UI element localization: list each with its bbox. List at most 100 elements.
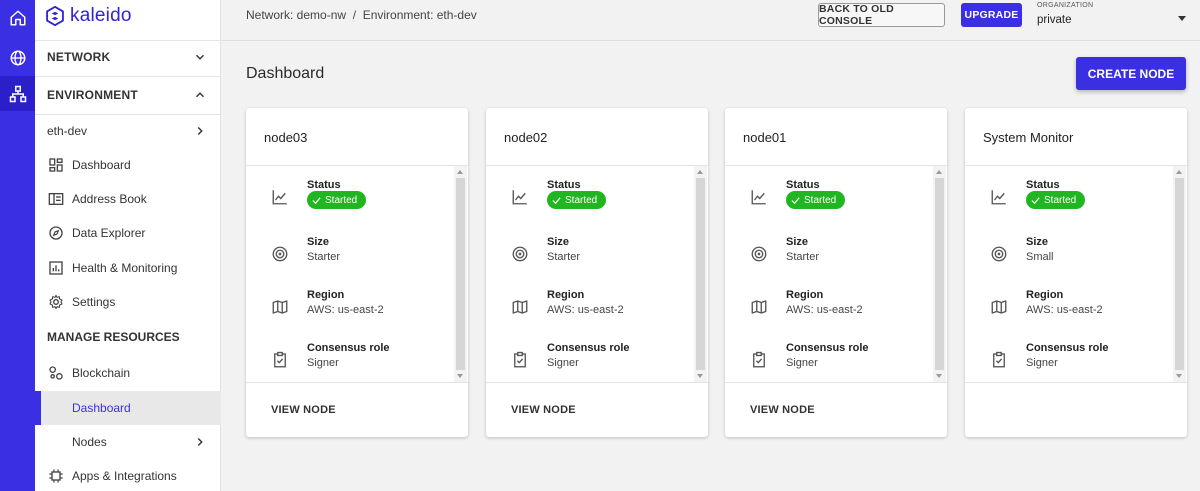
- consensus-row: Consensus role Signer: [486, 342, 691, 382]
- status-badge-text: Started: [1044, 194, 1077, 206]
- status-row: Status Started: [246, 179, 451, 219]
- status-badge: Started: [547, 191, 606, 209]
- upgrade-button[interactable]: UPGRADE: [961, 3, 1022, 27]
- view-node-button[interactable]: VIEW NODE: [511, 404, 576, 416]
- sitemap-icon: [9, 85, 26, 102]
- scroll-down-icon[interactable]: [1176, 374, 1182, 378]
- divider: [965, 382, 1187, 383]
- region-value: AWS: us-east-2: [786, 304, 863, 316]
- caret-down-icon[interactable]: [1178, 16, 1186, 21]
- sidebar-item-blockchain-dashboard[interactable]: Dashboard: [35, 391, 221, 425]
- divider: [246, 165, 468, 166]
- size-value: Small: [1026, 251, 1054, 263]
- card-scrollbar[interactable]: [1173, 166, 1186, 382]
- map-icon: [991, 300, 1007, 314]
- status-label: Status: [1026, 179, 1060, 191]
- chevron-right-icon: [197, 438, 203, 446]
- environment-section[interactable]: ENVIRONMENT: [35, 76, 221, 114]
- size-value: Starter: [786, 251, 820, 263]
- sidebar-item-dashboard[interactable]: Dashboard: [35, 148, 221, 182]
- consensus-label: Consensus role: [1026, 342, 1109, 354]
- consensus-value: Signer: [1026, 357, 1058, 369]
- breadcrumb[interactable]: Network: demo-nw / Environment: eth-dev: [246, 8, 477, 22]
- card-scrollbar[interactable]: [933, 166, 946, 382]
- scroll-thumb[interactable]: [1175, 178, 1184, 370]
- dashboard-icon: [49, 158, 63, 172]
- status-row: Status Started: [725, 179, 930, 219]
- sidebar-item-settings[interactable]: Settings: [35, 285, 221, 319]
- scroll-down-icon[interactable]: [936, 374, 942, 378]
- sidebar-item-label: Address Book: [72, 192, 147, 206]
- region-value: AWS: us-east-2: [307, 304, 384, 316]
- status-badge: Started: [1026, 191, 1085, 209]
- card-scrollbar[interactable]: [454, 166, 467, 382]
- status-badge-text: Started: [325, 194, 358, 206]
- sidebar-item-blockchain[interactable]: Blockchain: [35, 356, 221, 390]
- network-section[interactable]: NETWORK: [35, 38, 221, 76]
- region-value: AWS: us-east-2: [1026, 304, 1103, 316]
- sidebar-item-label: Settings: [72, 295, 116, 309]
- sidebar-item-nodes[interactable]: Nodes: [35, 425, 221, 459]
- divider: [246, 382, 468, 383]
- scroll-thumb[interactable]: [935, 178, 944, 370]
- scroll-up-icon[interactable]: [697, 170, 703, 174]
- network-button[interactable]: [0, 40, 35, 75]
- divider: [725, 382, 947, 383]
- map-icon: [512, 300, 528, 314]
- environment-selector[interactable]: eth-dev: [35, 114, 221, 148]
- create-node-button[interactable]: CREATE NODE: [1076, 57, 1186, 90]
- chevron-up-icon: [196, 92, 204, 98]
- target-icon: [272, 246, 288, 262]
- consensus-value: Signer: [307, 357, 339, 369]
- status-badge-text: Started: [804, 194, 837, 206]
- scroll-thumb[interactable]: [696, 178, 705, 370]
- back-to-old-console-button[interactable]: BACK TO OLD CONSOLE: [818, 3, 945, 27]
- region-row: Region AWS: us-east-2: [246, 289, 451, 329]
- scroll-up-icon[interactable]: [457, 170, 463, 174]
- status-label: Status: [547, 179, 581, 191]
- status-label: Status: [307, 179, 341, 191]
- sidebar-item-label: Dashboard: [72, 158, 131, 172]
- home-button[interactable]: [0, 0, 35, 35]
- status-badge: Started: [307, 191, 366, 209]
- blockchain-icon: [49, 366, 63, 380]
- scroll-down-icon[interactable]: [697, 374, 703, 378]
- sidebar-item-apps-integrations[interactable]: Apps & Integrations: [35, 459, 221, 491]
- organization-select[interactable]: private: [1037, 14, 1072, 26]
- size-row: Size Small: [965, 236, 1170, 276]
- sidebar-item-address-book[interactable]: Address Book: [35, 182, 221, 216]
- map-icon: [751, 300, 767, 314]
- size-value: Starter: [307, 251, 341, 263]
- home-icon: [10, 10, 25, 25]
- size-row: Size Starter: [725, 236, 930, 276]
- consensus-row: Consensus role Signer: [965, 342, 1170, 382]
- node-card-2: node02 Status Started Size Starter Regio…: [486, 108, 708, 437]
- card-scrollbar[interactable]: [694, 166, 707, 382]
- divider: [725, 165, 947, 166]
- scroll-up-icon[interactable]: [936, 170, 942, 174]
- region-value: AWS: us-east-2: [547, 304, 624, 316]
- scroll-down-icon[interactable]: [457, 374, 463, 378]
- line-chart-icon: [272, 190, 287, 205]
- divider: [486, 165, 708, 166]
- view-node-button[interactable]: VIEW NODE: [271, 404, 336, 416]
- consensus-value: Signer: [786, 357, 818, 369]
- sidebar-item-health-monitoring[interactable]: Health & Monitoring: [35, 251, 221, 285]
- sidebar-item-data-explorer[interactable]: Data Explorer: [35, 216, 221, 250]
- status-row: Status Started: [486, 179, 691, 219]
- status-row: Status Started: [965, 179, 1170, 219]
- region-label: Region: [1026, 289, 1064, 301]
- view-node-button[interactable]: VIEW NODE: [750, 404, 815, 416]
- kaleido-logo[interactable]: kaleido: [45, 4, 132, 28]
- kaleido-logo-icon: [46, 6, 64, 26]
- region-row: Region AWS: us-east-2: [725, 289, 930, 329]
- environment-button[interactable]: [0, 76, 35, 111]
- environment-section-label: ENVIRONMENT: [47, 88, 138, 102]
- consensus-row: Consensus role Signer: [725, 342, 930, 382]
- consensus-label: Consensus role: [307, 342, 390, 354]
- scroll-thumb[interactable]: [456, 178, 465, 370]
- size-label: Size: [786, 236, 809, 248]
- scroll-up-icon[interactable]: [1176, 170, 1182, 174]
- divider: [486, 382, 708, 383]
- globe-icon: [10, 50, 25, 65]
